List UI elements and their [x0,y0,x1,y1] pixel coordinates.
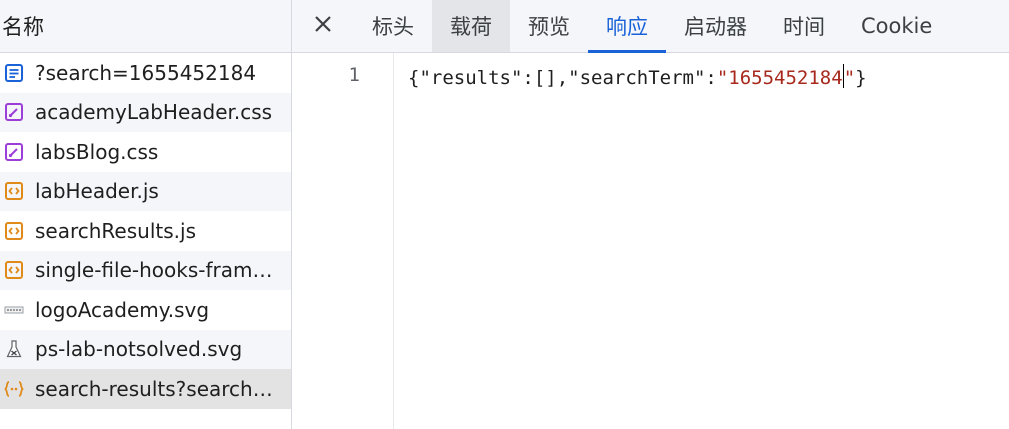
tab-timing[interactable]: 时间 [765,0,843,52]
tab-payload[interactable]: 载荷 [432,0,510,52]
code-string-end: " [843,67,856,89]
code-text-end: } [855,67,867,89]
flask-image-icon [3,338,25,360]
tab-preview[interactable]: 预览 [510,0,588,52]
tab-headers[interactable]: 标头 [354,0,432,52]
request-row-labs-blog-css[interactable]: labsBlog.css [0,132,291,172]
tab-label: 时间 [783,15,825,39]
css-file-icon [3,141,25,163]
request-name: search-results?search=… [35,376,283,401]
request-name: ps-lab-notsolved.svg [35,337,243,362]
json-icon [3,378,25,400]
request-rows: ?search=1655452184 academyLabHeader.css … [0,53,291,409]
request-row-logo-academy-svg[interactable]: logoAcademy.svg [0,290,291,330]
line-number: 1 [348,64,360,86]
close-icon [313,14,333,38]
line-number-gutter: 1 [292,53,394,429]
request-details-panel: 标头 载荷 预览 响应 启动器 时间 Cookie 1 {"results":[… [292,0,1009,429]
tab-label: 载荷 [450,15,492,39]
code-text: {"results":[],"searchTerm": [408,67,717,89]
request-row-search-document[interactable]: ?search=1655452184 [0,53,291,93]
tab-cookies[interactable]: Cookie [843,0,950,52]
request-name: logoAcademy.svg [35,297,210,322]
tab-label: 响应 [606,15,648,39]
script-file-icon [3,180,25,202]
details-tab-bar: 标头 载荷 预览 响应 启动器 时间 Cookie [292,0,1009,53]
request-name: labHeader.js [35,179,159,204]
request-name: ?search=1655452184 [35,60,257,85]
close-button[interactable] [292,0,354,52]
response-viewer[interactable]: 1 {"results":[],"searchTerm":"1655452184… [292,53,1009,429]
code-string: "1655452184 [716,67,843,89]
css-file-icon [3,101,25,123]
script-file-icon [3,220,25,242]
tab-label: 启动器 [684,15,747,39]
request-name: single-file-hooks-fram… [35,258,273,283]
tab-response[interactable]: 响应 [588,0,666,53]
request-row-search-results-js[interactable]: searchResults.js [0,211,291,251]
request-name: searchResults.js [35,218,196,243]
name-column-label: 名称 [2,15,44,39]
document-icon [3,62,25,84]
tab-label: 预览 [528,15,570,39]
request-row-academy-lab-header-css[interactable]: academyLabHeader.css [0,92,291,132]
request-name: academyLabHeader.css [35,100,273,125]
tab-initiator[interactable]: 启动器 [666,0,765,52]
request-row-search-results-json[interactable]: search-results?search=… [0,369,291,409]
request-list-panel: 名称 ?search=1655452184 academyLabHeader.c… [0,0,292,429]
request-row-ps-lab-notsolved-svg[interactable]: ps-lab-notsolved.svg [0,329,291,369]
request-row-lab-header-js[interactable]: labHeader.js [0,171,291,211]
script-file-icon [3,259,25,281]
request-name: labsBlog.css [35,139,159,164]
name-column-header[interactable]: 名称 [0,0,291,53]
image-icon [3,299,25,321]
tab-label: Cookie [861,14,933,38]
tab-label: 标头 [372,15,414,39]
request-row-single-file-hooks[interactable]: single-file-hooks-fram… [0,250,291,290]
response-code-line[interactable]: {"results":[],"searchTerm":"1655452184"} [408,64,867,89]
